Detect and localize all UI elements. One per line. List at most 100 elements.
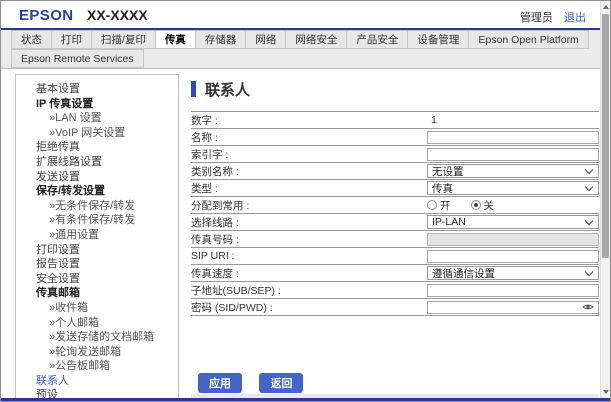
contact-form: 数字 :1名称 :索引字 :类别名称 :无设置类型 :传真分配到常用 :开关选择… — [191, 111, 599, 316]
tab-network[interactable]: 网络 — [245, 30, 286, 49]
scroll-up-arrow-icon[interactable] — [601, 2, 610, 12]
form-row-assign-to-frequent: 分配到常用 :开关 — [191, 197, 599, 214]
chevron-down-icon — [585, 182, 593, 190]
index-word-control — [427, 146, 599, 162]
subaddress-label: 子地址(SUB/SEP) : — [191, 283, 427, 298]
radio-button-icon[interactable] — [471, 200, 481, 210]
sidebar-item-voip-gateway-settings[interactable]: »VoIP 网关设置 — [16, 126, 178, 141]
vertical-scrollbar[interactable] — [600, 1, 610, 398]
name-input[interactable] — [427, 131, 599, 144]
sidebar-item-contacts[interactable]: 联系人 — [16, 374, 178, 389]
sip-uri-control — [427, 248, 599, 264]
tab-product-security[interactable]: 产品安全 — [346, 30, 408, 49]
chevron-down-icon — [585, 267, 593, 275]
tab-bar: 状态打印扫描/复印传真存储器网络网络安全产品安全设备管理Epson Open P… — [1, 30, 610, 69]
page-title-text: 联系人 — [205, 79, 250, 100]
sidebar-item-common-settings[interactable]: »通用设置 — [16, 228, 178, 243]
select-line-selected-value: IP-LAN — [432, 216, 466, 228]
form-row-password: 密码 (SID/PWD) : — [191, 299, 599, 316]
sidebar-item-basic-settings[interactable]: 基本设置 — [16, 82, 178, 97]
category-name-control: 无设置 — [427, 163, 599, 179]
scrollbar-thumb[interactable] — [602, 14, 609, 258]
password-input[interactable] — [427, 301, 599, 314]
tab-fax[interactable]: 传真 — [155, 30, 196, 49]
form-row-type: 类型 :传真 — [191, 180, 599, 197]
assign-to-frequent-radio-group: 开关 — [427, 198, 494, 213]
sidebar-item-extension-line-settings[interactable]: 扩展线路设置 — [16, 155, 178, 170]
sidebar-item-unconditional-save-forward[interactable]: »无条件保存/转发 — [16, 199, 178, 214]
sidebar-item-conditional-save-forward[interactable]: »有条件保存/转发 — [16, 213, 178, 228]
tab-row-2: Epson Remote Services — [11, 49, 610, 68]
form-row-fax-speed: 传真速度 :遵循通信设置 — [191, 265, 599, 282]
type-select[interactable]: 传真 — [427, 181, 599, 195]
form-row-name: 名称 : — [191, 129, 599, 146]
sidebar-item-stored-documents-box[interactable]: »发送存储的文档邮箱 — [16, 330, 178, 345]
tab-scan-copy[interactable]: 扫描/复印 — [91, 30, 156, 49]
sidebar-item-report-settings[interactable]: 报告设置 — [16, 257, 178, 272]
subaddress-control — [427, 282, 599, 298]
tab-epson-open-platform[interactable]: Epson Open Platform — [468, 30, 588, 49]
form-row-category-name: 类别名称 : 无设置 — [191, 163, 599, 180]
password-control — [427, 299, 599, 315]
index-word-label: 索引字 : — [191, 147, 427, 162]
tab-network-security[interactable]: 网络安全 — [285, 30, 347, 49]
form-row-sip-uri: SIP URI : — [191, 248, 599, 265]
sidebar-item-print-settings[interactable]: 打印设置 — [16, 243, 178, 258]
name-control — [427, 129, 599, 145]
sidebar-item-reject-fax[interactable]: 拒绝传真 — [16, 140, 178, 155]
form-row-fax-number: 传真号码 : — [191, 231, 599, 248]
select-line-label: 选择线路 : — [191, 215, 427, 230]
sidebar-item-send-settings[interactable]: 发送设置 — [16, 170, 178, 185]
password-label: 密码 (SID/PWD) : — [191, 300, 427, 315]
sidebar-item-save-forward-settings[interactable]: 保存/转发设置 — [16, 184, 178, 199]
fax-speed-control: 遵循通信设置 — [427, 265, 599, 281]
sip-uri-input[interactable] — [427, 250, 599, 263]
tab-row-1: 状态打印扫描/复印传真存储器网络网络安全产品安全设备管理Epson Open P… — [11, 30, 610, 49]
apply-button[interactable]: 应用 — [198, 373, 242, 393]
sidebar-item-polling-send-box[interactable]: »轮询发送邮箱 — [16, 345, 178, 360]
tab-epson-remote-services[interactable]: Epson Remote Services — [11, 49, 144, 68]
content-area: 基本设置IP 传真设置»LAN 设置»VoIP 网关设置拒绝传真扩展线路设置发送… — [1, 69, 610, 400]
form-row-index-word: 索引字 : — [191, 146, 599, 163]
sidebar-item-board-box[interactable]: »公告板邮箱 — [16, 359, 178, 374]
tab-device-management[interactable]: 设备管理 — [407, 30, 469, 49]
assign-to-frequent-radio-0[interactable]: 开 — [427, 198, 451, 213]
chevron-down-icon — [585, 165, 593, 173]
sidebar-item-lan-settings[interactable]: »LAN 设置 — [16, 111, 178, 126]
eye-icon[interactable] — [582, 303, 594, 312]
sidebar-item-fax-box[interactable]: 传真邮箱 — [16, 286, 178, 301]
category-name-selected-value: 无设置 — [432, 164, 464, 179]
select-line-select[interactable]: IP-LAN — [427, 215, 599, 229]
page-title: 联系人 — [191, 79, 597, 99]
sidebar-item-personal-box[interactable]: »个人邮箱 — [16, 316, 178, 331]
number-value: 1 — [427, 114, 437, 126]
assign-to-frequent-radio-label-0: 开 — [440, 198, 451, 213]
category-name-label: 类别名称 : — [191, 164, 427, 179]
radio-button-icon[interactable] — [427, 200, 437, 210]
index-word-input[interactable] — [427, 148, 599, 161]
form-row-select-line: 选择线路 : IP-LAN — [191, 214, 599, 231]
subaddress-input[interactable] — [427, 284, 599, 297]
back-button[interactable]: 返回 — [259, 373, 303, 393]
scroll-down-arrow-icon[interactable] — [601, 387, 610, 397]
sidebar-item-security-settings[interactable]: 安全设置 — [16, 272, 178, 287]
fax-number-control — [427, 231, 599, 247]
fax-speed-select[interactable]: 遵循通信设置 — [427, 266, 599, 280]
sip-uri-label: SIP URI : — [191, 250, 427, 262]
category-name-select[interactable]: 无设置 — [427, 164, 599, 178]
user-role-label: 管理员 — [520, 12, 553, 24]
number-control: 1 — [427, 112, 599, 128]
epson-logo: EPSON — [19, 7, 74, 24]
assign-to-frequent-radio-label-1: 关 — [484, 198, 495, 213]
fax-number-input — [427, 233, 599, 246]
sidebar-item-ip-fax-settings[interactable]: IP 传真设置 — [16, 97, 178, 112]
sidebar-item-inbox[interactable]: »收件箱 — [16, 301, 178, 316]
logout-link[interactable]: 退出 — [564, 12, 586, 24]
model-name: XX-XXXX — [87, 7, 148, 23]
main-panel: 联系人 数字 :1名称 :索引字 :类别名称 :无设置类型 :传真分配到常用 :… — [179, 69, 610, 400]
assign-to-frequent-radio-1[interactable]: 关 — [471, 198, 495, 213]
tab-print[interactable]: 打印 — [51, 30, 92, 49]
tab-storage[interactable]: 存储器 — [195, 30, 247, 49]
tab-status[interactable]: 状态 — [11, 30, 52, 49]
assign-to-frequent-label: 分配到常用 : — [191, 198, 427, 213]
